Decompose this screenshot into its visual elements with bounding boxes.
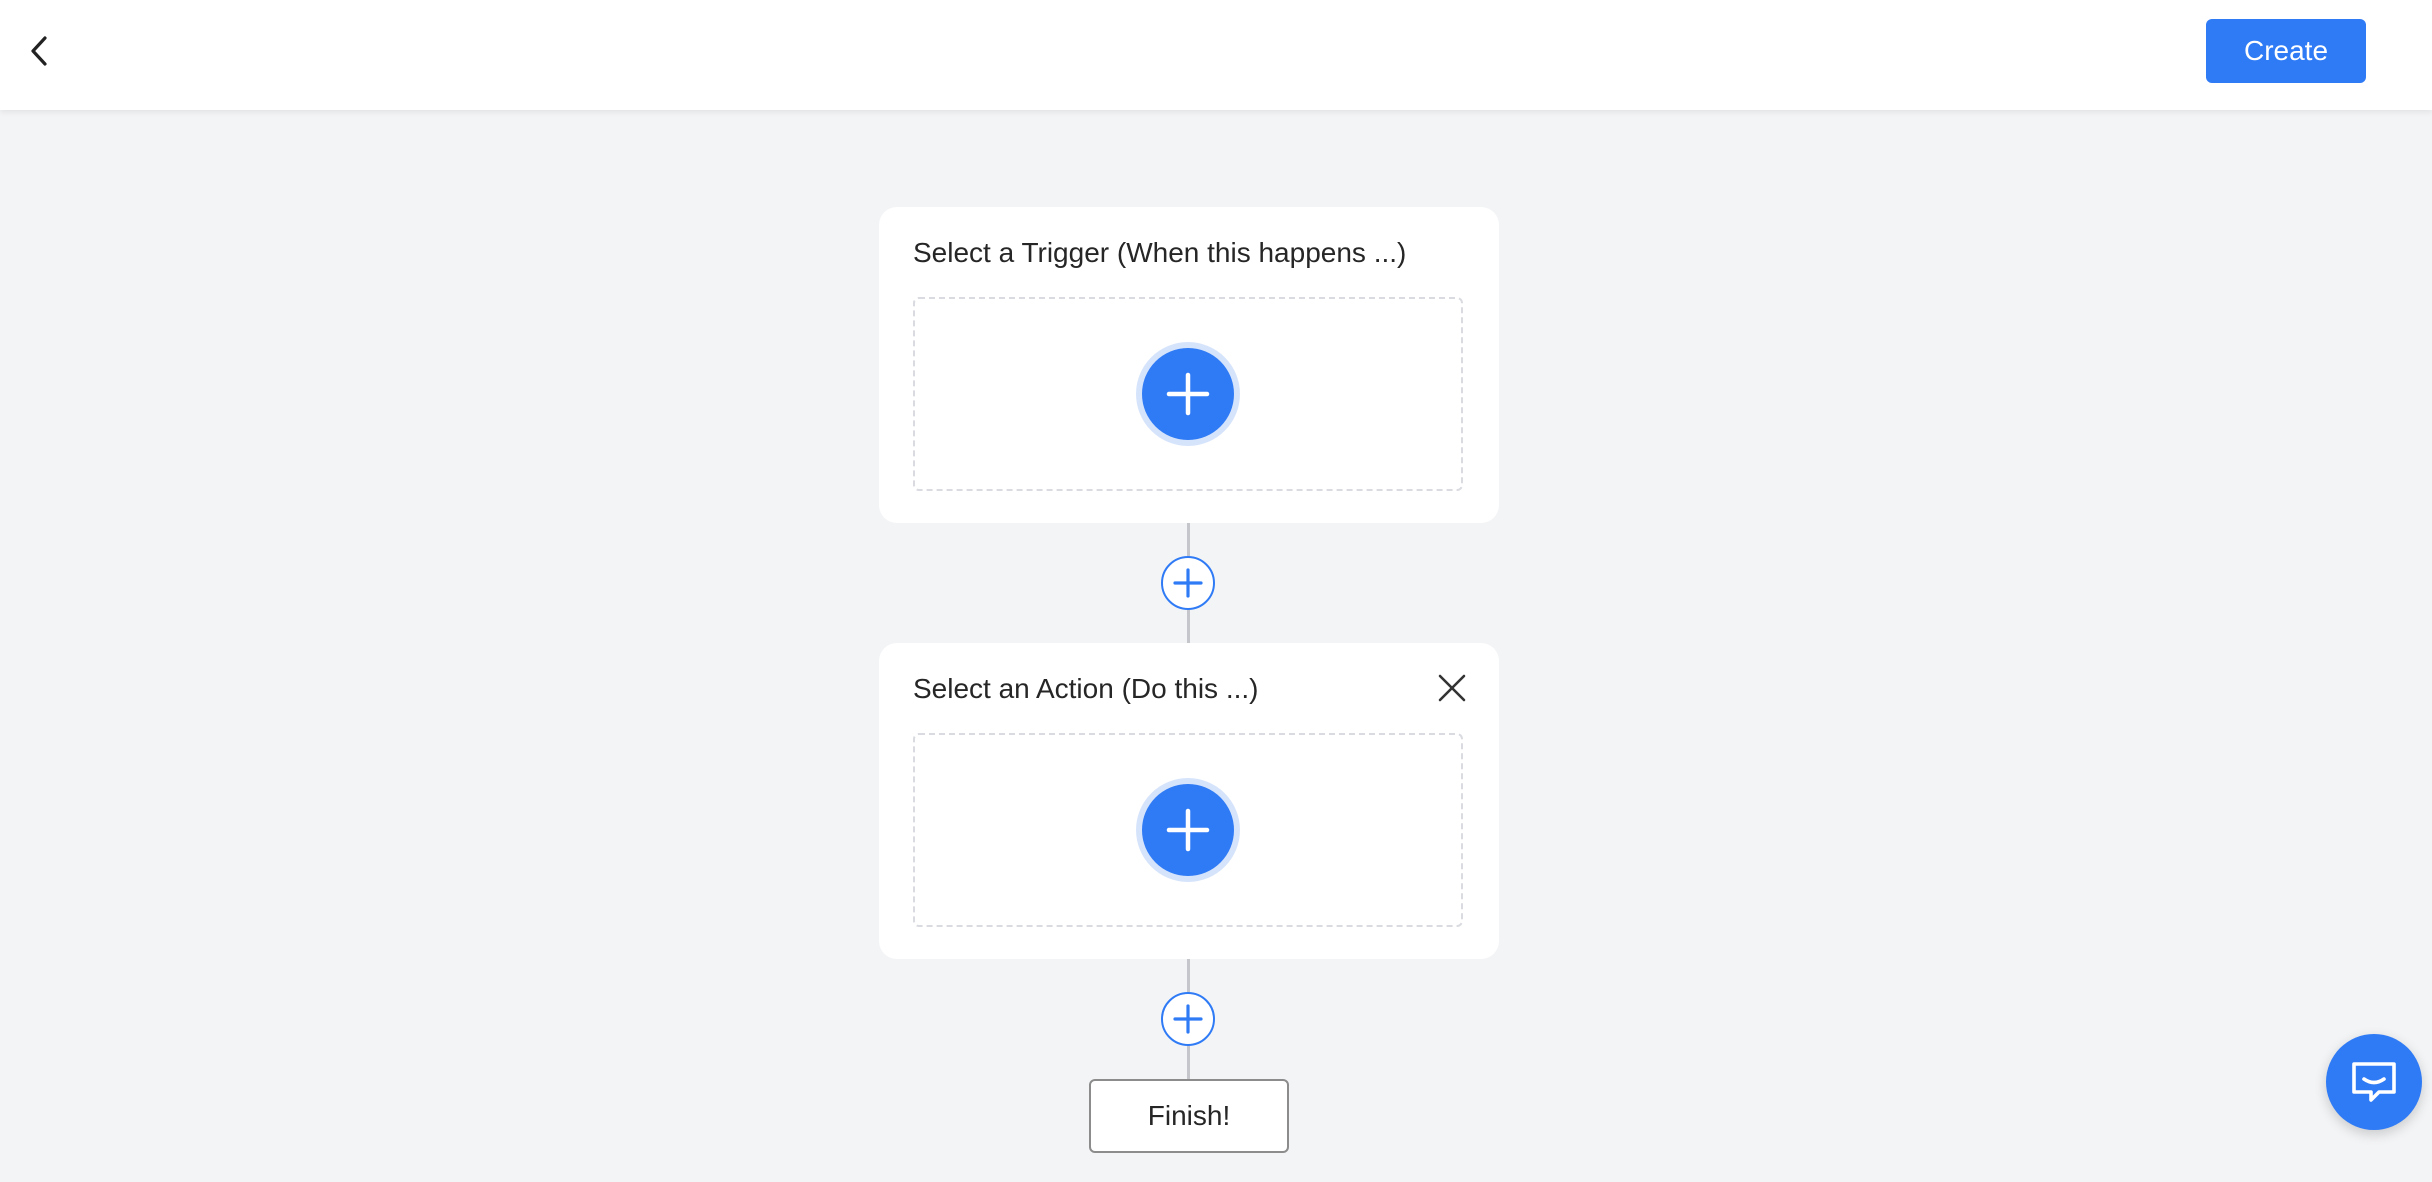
- create-button[interactable]: Create: [2206, 19, 2366, 83]
- add-action-button[interactable]: [1136, 778, 1240, 882]
- add-trigger-button-inner: [1142, 348, 1234, 440]
- plus-icon: [1173, 1004, 1203, 1034]
- chevron-left-icon: [31, 36, 47, 66]
- trigger-card: Select a Trigger (When this happens ...): [879, 207, 1499, 523]
- chat-icon: [2352, 1062, 2396, 1102]
- plus-icon: [1173, 568, 1203, 598]
- trigger-card-title: Select a Trigger (When this happens ...): [913, 237, 1407, 268]
- chat-button[interactable]: [2326, 1034, 2422, 1130]
- insert-step-button[interactable]: [1161, 992, 1215, 1046]
- top-bar: Create: [0, 0, 2432, 110]
- trigger-dropzone[interactable]: [913, 297, 1463, 491]
- back-button[interactable]: [18, 30, 60, 72]
- finish-button[interactable]: Finish!: [1089, 1079, 1289, 1153]
- action-card-title: Select an Action (Do this ...): [913, 673, 1259, 704]
- add-trigger-button[interactable]: [1136, 342, 1240, 446]
- plus-icon: [1166, 808, 1210, 852]
- add-action-button-inner: [1142, 784, 1234, 876]
- close-icon: [1438, 674, 1466, 702]
- insert-step-button[interactable]: [1161, 556, 1215, 610]
- plus-icon: [1166, 372, 1210, 416]
- action-card: Select an Action (Do this ...): [879, 643, 1499, 959]
- action-dropzone[interactable]: [913, 733, 1463, 927]
- remove-action-button[interactable]: [1435, 671, 1469, 705]
